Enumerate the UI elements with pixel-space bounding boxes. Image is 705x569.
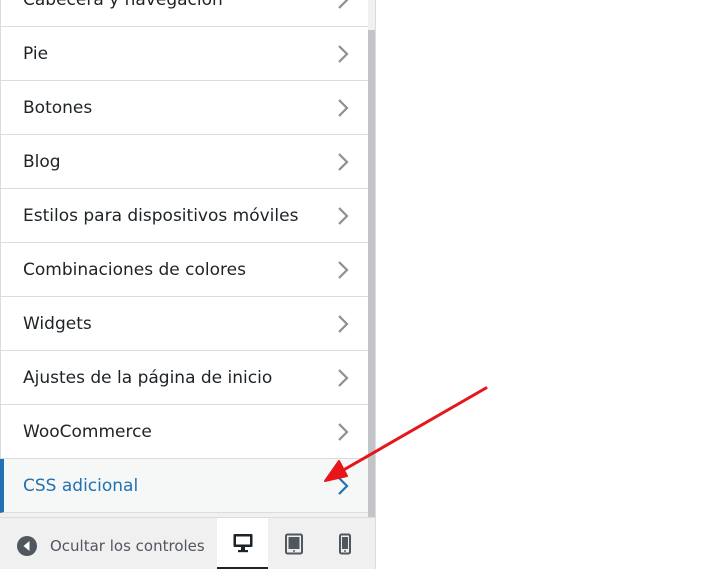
annotation-arrow <box>324 386 488 482</box>
